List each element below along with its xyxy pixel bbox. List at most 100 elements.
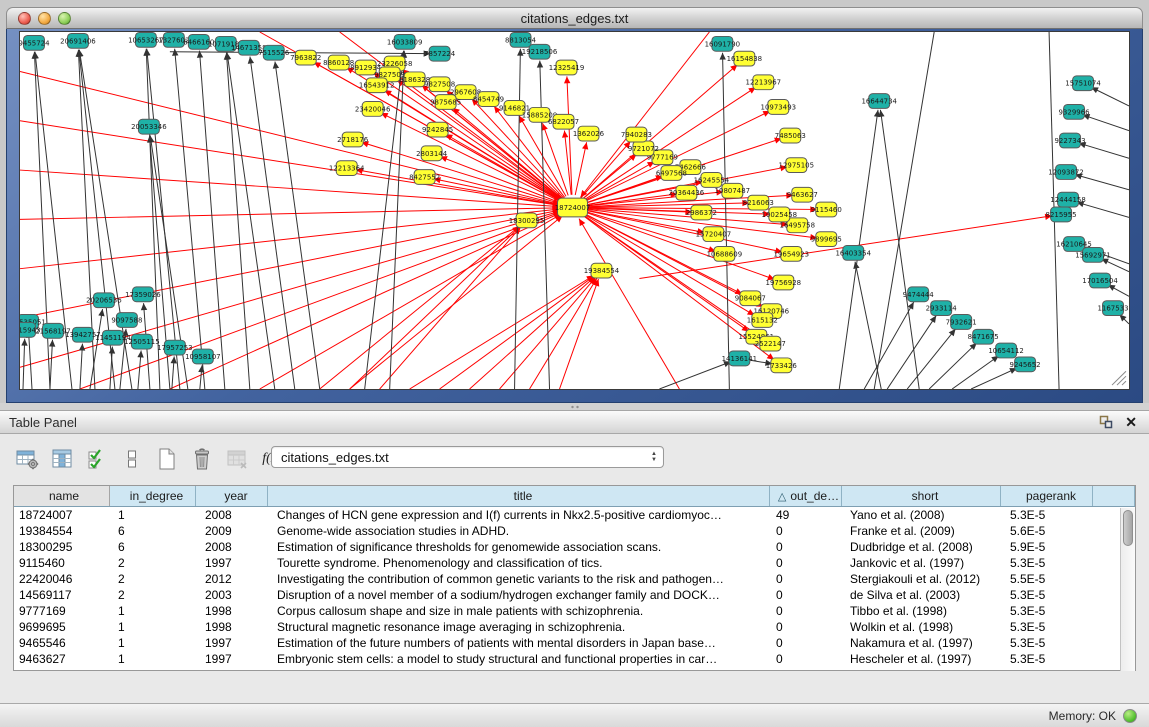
table-cell[interactable]: 18300295 — [14, 539, 110, 555]
panel-splitter[interactable] — [0, 403, 1149, 410]
graph-node[interactable]: 12975105 — [779, 158, 815, 173]
graph-node[interactable]: 17359026 — [125, 287, 161, 302]
table-row[interactable]: 1456911722003Disruption of a novel membe… — [14, 587, 1135, 603]
graph-node[interactable]: 18300295 — [509, 213, 545, 228]
graph-node[interactable]: 12325419 — [549, 60, 585, 75]
column-header-out-degree[interactable]: △ out_de… — [770, 486, 842, 506]
table-cell[interactable]: 1997 — [196, 635, 268, 651]
table-cell[interactable]: 2008 — [196, 539, 268, 555]
table-cell[interactable]: 9777169 — [14, 603, 110, 619]
table-cell[interactable]: 5.3E-5 — [1001, 507, 1093, 523]
table-cell[interactable]: Jankovic et al. (1997) — [842, 555, 1001, 571]
table-cell[interactable]: 0 — [770, 603, 842, 619]
table-options-button[interactable] — [14, 446, 40, 472]
table-cell[interactable]: 0 — [770, 539, 842, 555]
table-cell[interactable]: 5.3E-5 — [1001, 603, 1093, 619]
table-cell[interactable]: Investigating the contribution of common… — [268, 571, 770, 587]
window-titlebar[interactable]: citations_edges.txt — [6, 7, 1143, 29]
table-cell[interactable]: 1 — [110, 651, 196, 667]
graph-node[interactable]: 19654923 — [774, 246, 810, 261]
table-cell[interactable]: Embryonic stem cells: a model to study s… — [268, 651, 770, 667]
show-columns-button[interactable] — [49, 446, 75, 472]
column-header-short[interactable]: short — [842, 486, 1001, 506]
table-cell[interactable]: 2 — [110, 587, 196, 603]
import-table-button[interactable] — [224, 446, 250, 472]
graph-node[interactable]: 16033809 — [387, 34, 423, 49]
table-cell[interactable]: Corpus callosum shape and size in male p… — [268, 603, 770, 619]
table-cell[interactable]: 2009 — [196, 523, 268, 539]
column-header-in-degree[interactable]: in_degree — [110, 486, 196, 506]
table-cell[interactable]: 0 — [770, 651, 842, 667]
table-row[interactable]: 977716911998Corpus callosum shape and si… — [14, 603, 1135, 619]
table-cell[interactable]: 9465546 — [14, 635, 110, 651]
graph-node[interactable]: 9474444 — [903, 287, 935, 302]
close-traffic-light-icon[interactable] — [18, 12, 31, 25]
table-cell[interactable]: Genome-wide association studies in ADHD. — [268, 523, 770, 539]
table-cell[interactable]: 2003 — [196, 587, 268, 603]
table-row[interactable]: 969969511998Structural magnetic resonanc… — [14, 619, 1135, 635]
table-cell[interactable]: Hescheler et al. (1997) — [842, 651, 1001, 667]
table-cell[interactable]: 2 — [110, 555, 196, 571]
resize-grip-icon[interactable] — [1112, 371, 1126, 385]
table-cell[interactable]: 5.3E-5 — [1001, 635, 1093, 651]
table-cell[interactable]: 0 — [770, 587, 842, 603]
graph-node[interactable]: 20053346 — [131, 119, 167, 134]
graph-node[interactable]: 1733426 — [766, 358, 797, 373]
table-cell[interactable]: 0 — [770, 555, 842, 571]
graph-node[interactable]: 1167533 — [1097, 301, 1128, 316]
table-cell[interactable]: 0 — [770, 523, 842, 539]
citation-network-graph[interactable]: 1872400779638228860128891293423226058982… — [20, 32, 1129, 389]
graph-node[interactable]: 7485063 — [775, 128, 806, 143]
table-cell[interactable]: 1998 — [196, 619, 268, 635]
graph-node[interactable]: 9899695 — [811, 232, 842, 247]
scrollbar-thumb[interactable] — [1123, 510, 1133, 546]
table-row[interactable]: 2242004622012Investigating the contribut… — [14, 571, 1135, 587]
graph-node[interactable]: 12213364 — [329, 161, 365, 176]
zoom-traffic-light-icon[interactable] — [58, 12, 71, 25]
table-row[interactable]: 946554611997Estimation of the future num… — [14, 635, 1135, 651]
table-cell[interactable]: Yano et al. (2008) — [842, 507, 1001, 523]
deselect-all-button[interactable] — [119, 446, 145, 472]
table-cell[interactable]: 9463627 — [14, 651, 110, 667]
graph-node[interactable]: 7857224 — [424, 46, 456, 61]
column-header-year[interactable]: year — [196, 486, 268, 506]
graph-node[interactable]: 20691406 — [60, 33, 96, 48]
table-cell[interactable]: 1 — [110, 635, 196, 651]
graph-node[interactable]: 10654112 — [988, 343, 1024, 358]
graph-node[interactable]: 2986372 — [686, 205, 717, 220]
table-cell[interactable]: Franke et al. (2009) — [842, 523, 1001, 539]
table-cell[interactable]: 5.3E-5 — [1001, 587, 1093, 603]
table-cell[interactable]: de Silva et al. (2003) — [842, 587, 1001, 603]
table-cell[interactable]: Stergiakouli et al. (2012) — [842, 571, 1001, 587]
table-row[interactable]: 1938455462009Genome-wide association stu… — [14, 523, 1135, 539]
table-cell[interactable]: 1 — [110, 619, 196, 635]
table-row[interactable]: 946362711997Embryonic stem cells: a mode… — [14, 651, 1135, 667]
table-cell[interactable]: 1 — [110, 507, 196, 523]
delete-column-button[interactable] — [189, 446, 215, 472]
table-cell[interactable]: 0 — [770, 571, 842, 587]
table-cell[interactable]: 1998 — [196, 603, 268, 619]
table-row[interactable]: 1830029562008Estimation of significance … — [14, 539, 1135, 555]
table-cell[interactable]: 22420046 — [14, 571, 110, 587]
table-cell[interactable]: 1997 — [196, 555, 268, 571]
graph-node[interactable]: 9097588 — [111, 313, 142, 328]
table-cell[interactable]: Tourette syndrome. Phenomenology and cla… — [268, 555, 770, 571]
table-cell[interactable]: 5.3E-5 — [1001, 651, 1093, 667]
table-cell[interactable]: Estimation of significance thresholds fo… — [268, 539, 770, 555]
column-header-name[interactable]: name — [14, 486, 110, 506]
column-header-pagerank[interactable]: pagerank — [1001, 486, 1093, 506]
graph-node[interactable]: 9329966 — [1058, 104, 1089, 119]
graph-node[interactable]: 9227343 — [1054, 133, 1085, 148]
table-cell[interactable]: 14569117 — [14, 587, 110, 603]
graph-node[interactable]: 1362026 — [573, 126, 604, 141]
table-cell[interactable]: Changes of HCN gene expression and I(f) … — [268, 507, 770, 523]
table-cell[interactable]: 1 — [110, 603, 196, 619]
graph-node[interactable]: 20206536 — [86, 293, 122, 308]
graph-node[interactable]: 16091790 — [705, 36, 741, 51]
table-cell[interactable]: Disruption of a novel member of a sodium… — [268, 587, 770, 603]
table-cell[interactable]: Dudbridge et al. (2008) — [842, 539, 1001, 555]
new-column-button[interactable] — [154, 446, 180, 472]
table-cell[interactable]: 2 — [110, 571, 196, 587]
table-cell[interactable]: 9699695 — [14, 619, 110, 635]
table-cell[interactable]: 1997 — [196, 651, 268, 667]
